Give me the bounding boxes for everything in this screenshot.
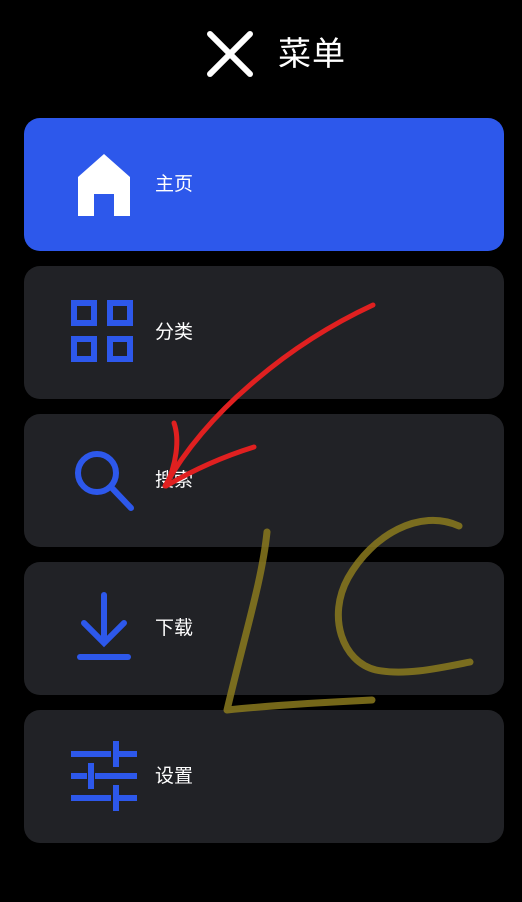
menu-item-downloads[interactable]: 下载	[24, 562, 504, 695]
menu-item-settings[interactable]: 设置	[24, 710, 504, 843]
menu-item-label: 主页	[155, 173, 194, 195]
page-title: 菜单	[278, 34, 346, 73]
menu-item-categories[interactable]: 分类	[24, 266, 504, 399]
menu-item-label: 下载	[155, 617, 194, 639]
menu-item-label: 分类	[155, 321, 194, 343]
home-icon	[68, 148, 140, 220]
download-icon	[68, 592, 140, 664]
close-button[interactable]	[206, 30, 254, 78]
menu-item-label: 搜索	[155, 469, 194, 491]
menu-header: 菜单	[0, 0, 522, 110]
menu-item-home[interactable]: 主页	[24, 118, 504, 251]
grid-icon	[68, 296, 140, 368]
menu-item-search[interactable]: 搜索	[24, 414, 504, 547]
search-icon	[68, 444, 140, 516]
close-icon[interactable]	[206, 30, 254, 78]
menu-item-label: 设置	[155, 765, 194, 787]
sliders-icon	[68, 740, 140, 812]
